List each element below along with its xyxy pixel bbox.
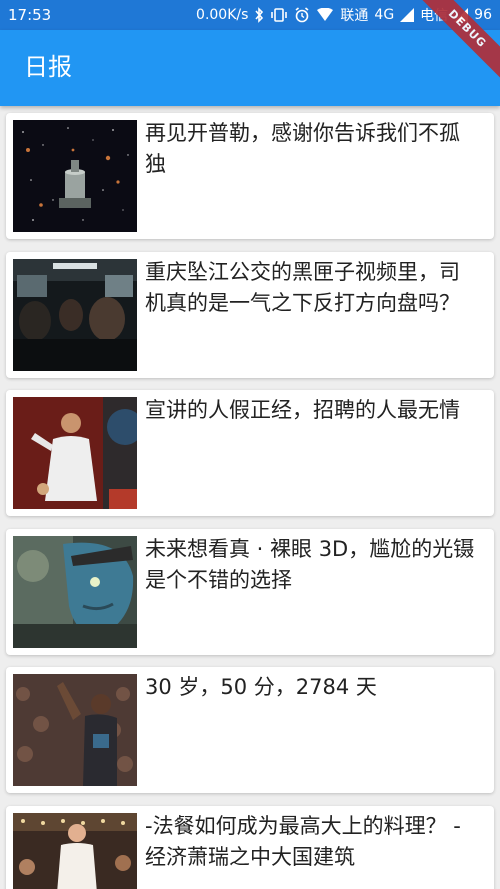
article-thumbnail	[13, 536, 137, 648]
article-thumbnail	[13, 397, 137, 509]
article-card[interactable]: 未来想看真 · 裸眼 3D，尴尬的光镊是个不错的选择	[6, 529, 494, 655]
article-card[interactable]: 再见开普勒，感谢你告诉我们不孤独	[6, 113, 494, 239]
page-title: 日报	[24, 53, 72, 81]
article-title[interactable]: 30 岁，50 分，2784 天	[145, 672, 475, 703]
article-thumbnail	[13, 259, 137, 371]
article-title[interactable]: 再见开普勒，感谢你告诉我们不孤独	[145, 118, 475, 180]
article-card[interactable]: 宣讲的人假正经，招聘的人最无情	[6, 390, 494, 516]
status-bar: 17:53 0.00K/s 联通 4G 电信 96	[0, 0, 500, 30]
article-title[interactable]: 未来想看真 · 裸眼 3D，尴尬的光镊是个不错的选择	[145, 534, 475, 596]
signal-icon	[400, 8, 415, 22]
article-card[interactable]: -法餐如何成为最高大上的料理？ -经济萧瑞之中大国建筑	[6, 806, 494, 889]
article-list[interactable]: 再见开普勒，感谢你告诉我们不孤独 重庆坠江公交的黑匣子视频里，司机真的是一气之下…	[0, 106, 500, 889]
article-thumbnail	[13, 120, 137, 232]
article-card[interactable]: 重庆坠江公交的黑匣子视频里，司机真的是一气之下反打方向盘吗？	[6, 252, 494, 378]
carrier-1: 联通	[340, 8, 369, 24]
network-type: 4G	[374, 7, 395, 23]
vibrate-icon	[270, 7, 288, 23]
article-title[interactable]: -法餐如何成为最高大上的料理？ -经济萧瑞之中大国建筑	[145, 811, 475, 873]
app-bar: 日报	[0, 30, 500, 106]
battery-level: 96	[474, 7, 492, 23]
article-card[interactable]: 30 岁，50 分，2784 天	[6, 667, 494, 793]
article-thumbnail	[13, 813, 137, 889]
status-time: 17:53	[8, 6, 52, 24]
bluetooth-icon	[254, 7, 264, 23]
network-speed: 0.00K/s	[196, 7, 249, 23]
wifi-icon	[316, 8, 334, 22]
article-title[interactable]: 宣讲的人假正经，招聘的人最无情	[145, 395, 475, 426]
article-thumbnail	[13, 674, 137, 786]
alarm-icon	[294, 7, 310, 23]
article-title[interactable]: 重庆坠江公交的黑匣子视频里，司机真的是一气之下反打方向盘吗？	[145, 257, 475, 319]
